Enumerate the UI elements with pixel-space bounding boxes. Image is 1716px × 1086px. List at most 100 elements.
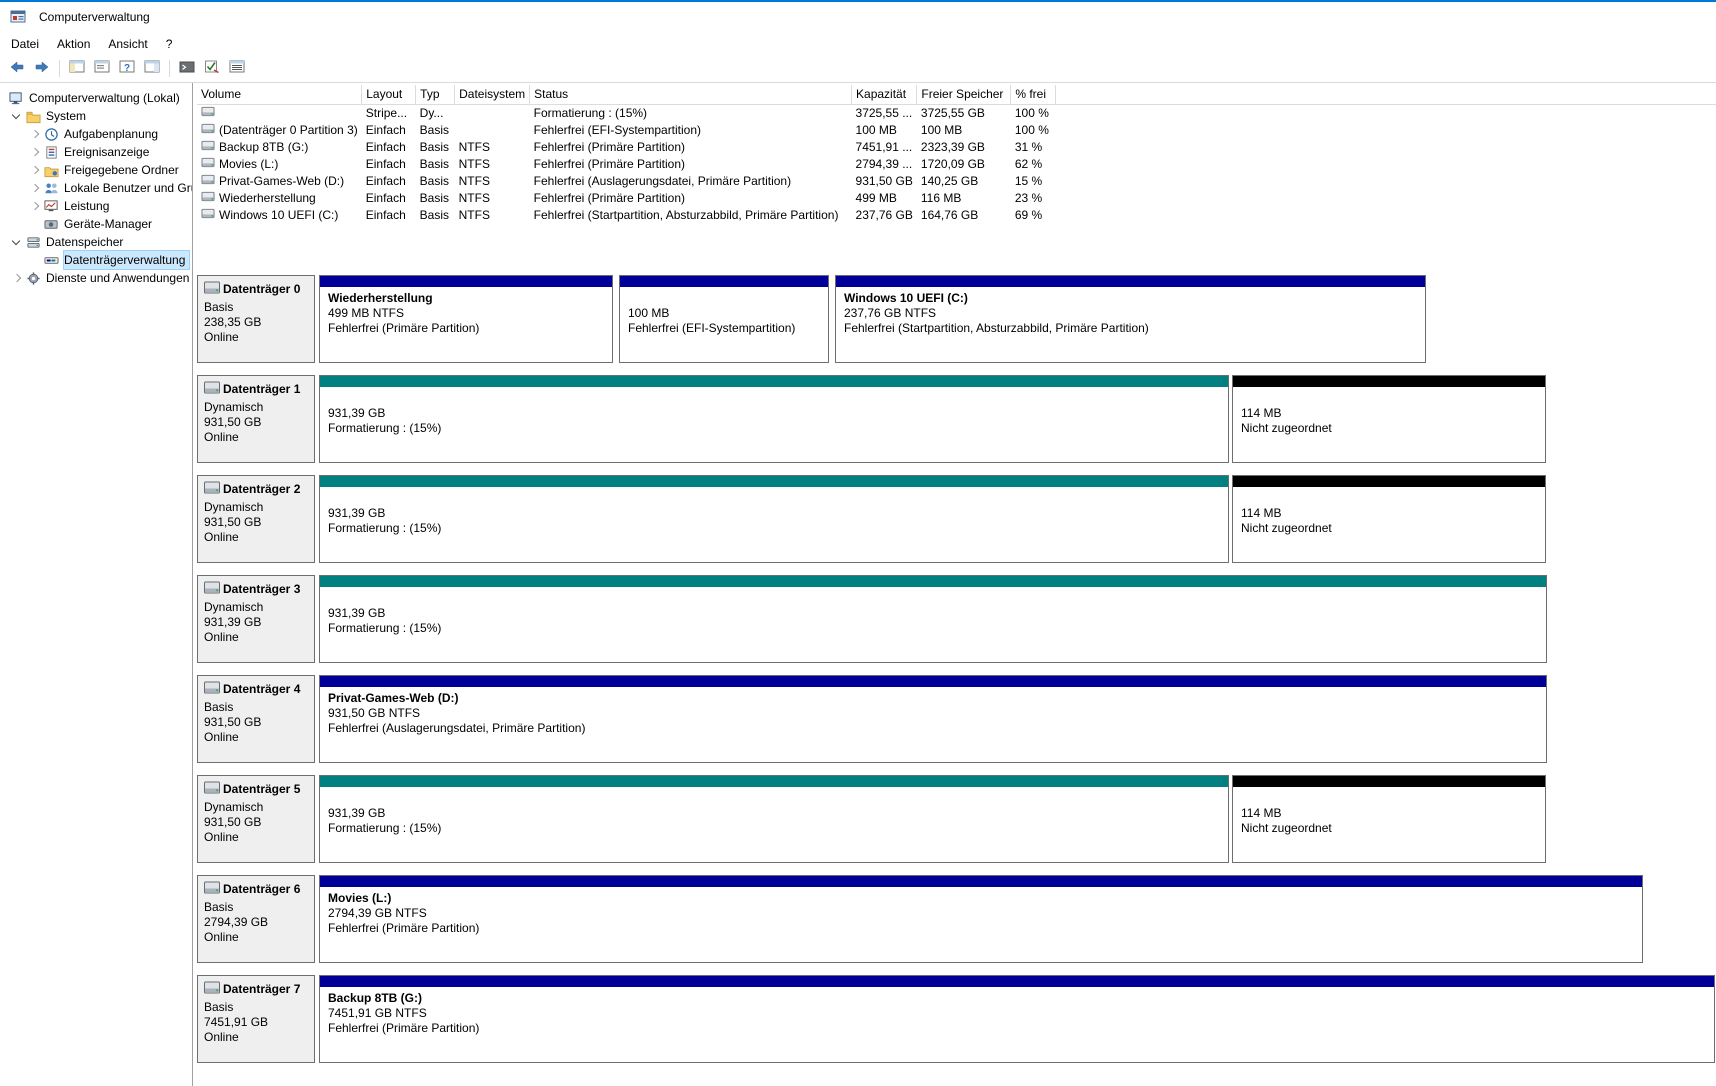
disk-row-0: Datenträger 0 Basis 238,35 GB Online Wie…: [197, 275, 1716, 363]
menu-ansicht[interactable]: Ansicht: [99, 34, 156, 54]
up-level-button[interactable]: [175, 57, 199, 81]
check-disk-button[interactable]: [200, 57, 224, 81]
volume-list: Volume Layout Typ Dateisystem Status Kap…: [197, 85, 1716, 223]
column-header-freier-speicher[interactable]: Freier Speicher: [916, 85, 1012, 105]
column-header-prozent-frei[interactable]: % frei: [1010, 85, 1057, 105]
volume-typ: Basis: [419, 122, 449, 137]
menu-aktion[interactable]: Aktion: [48, 34, 99, 54]
disk-type: Basis: [204, 1000, 234, 1014]
partition[interactable]: 931,39 GB Formatierung : (15%): [319, 375, 1229, 463]
toolbar: ?: [0, 55, 1716, 83]
disk-label[interactable]: Datenträger 0 Basis 238,35 GB Online: [197, 275, 315, 363]
partition-color-band: [320, 676, 1546, 687]
main-area: Computerverwaltung (Lokal) System Aufgab…: [0, 83, 1716, 1086]
properties-button[interactable]: [90, 57, 114, 81]
console-tree-icon: [68, 58, 86, 79]
partition-name: [1241, 791, 1537, 806]
sidebar-item-label: Computerverwaltung (Lokal): [29, 91, 180, 105]
chevron-right-icon[interactable]: [26, 198, 43, 214]
column-header-status[interactable]: Status: [529, 85, 853, 105]
volume-kapazitaet: 2794,39 ...: [855, 156, 913, 171]
disk-label[interactable]: Datenträger 5 Dynamisch 931,50 GB Online: [197, 775, 315, 863]
sidebar-item-dienste-und-anwendungen[interactable]: Dienste und Anwendungen: [0, 269, 192, 287]
volume-row[interactable]: Privat-Games-Web (D:) Einfach Basis NTFS…: [197, 172, 1716, 189]
sidebar-item-label: System: [46, 109, 87, 123]
chevron-down-icon[interactable]: [8, 234, 25, 250]
partition[interactable]: Privat-Games-Web (D:) 931,50 GB NTFS Fehle…: [319, 675, 1547, 763]
partition-size: 499 MB NTFS: [328, 306, 405, 320]
partition-size: 114 MB: [1241, 406, 1282, 420]
partition-unallocated[interactable]: 114 MB Nicht zugeordnet: [1232, 375, 1546, 463]
chevron-right-icon[interactable]: [26, 126, 43, 142]
disk-size: 7451,91 GB: [204, 1015, 269, 1029]
volume-row[interactable]: (Datenträger 0 Partition 3) Einfach Basi…: [197, 121, 1716, 138]
volume-freier-speicher: 2323,39 GB: [920, 139, 985, 154]
disk-type: Basis: [204, 900, 234, 914]
column-header-kapazitaet[interactable]: Kapazität: [851, 85, 918, 105]
disk-status: Online: [204, 530, 239, 544]
partition[interactable]: 931,39 GB Formatierung : (15%): [319, 475, 1229, 563]
volume-row[interactable]: Movies (L:) Einfach Basis NTFS Fehlerfre…: [197, 155, 1716, 172]
partition[interactable]: Windows 10 UEFI (C:) 237,76 GB NTFS Fehler…: [835, 275, 1426, 363]
chevron-right-icon[interactable]: [8, 270, 25, 286]
sidebar-item-freigegebene-ordner[interactable]: Freigegebene Ordner: [0, 161, 192, 179]
sidebar-item-aufgabenplanung[interactable]: Aufgabenplanung: [0, 125, 192, 143]
partition-unallocated[interactable]: 114 MB Nicht zugeordnet: [1232, 775, 1546, 863]
partition[interactable]: Backup 8TB (G:) 7451,91 GB NTFS Fehlerfrei…: [319, 975, 1715, 1063]
sidebar-item-system[interactable]: System: [0, 107, 192, 125]
partition[interactable]: Movies (L:) 2794,39 GB NTFS Fehlerfrei (Pr…: [319, 875, 1643, 963]
sidebar-item-computerverwaltung-root[interactable]: Computerverwaltung (Lokal): [0, 89, 192, 107]
menu-datei[interactable]: Datei: [2, 34, 48, 54]
window-title: Computerverwaltung: [39, 10, 150, 24]
partition[interactable]: Wiederherstellung 499 MB NTFS Fehlerfrei (…: [319, 275, 613, 363]
sidebar-item-datentraegerverwaltung[interactable]: Datenträgerverwaltung: [0, 250, 192, 270]
chevron-right-icon[interactable]: [26, 180, 43, 196]
forward-button[interactable]: [30, 57, 54, 81]
column-header-dateisystem[interactable]: Dateisystem: [454, 85, 531, 105]
disk-label[interactable]: Datenträger 4 Basis 931,50 GB Online: [197, 675, 315, 763]
volume-row[interactable]: Windows 10 UEFI (C:) Einfach Basis NTFS …: [197, 206, 1716, 223]
partition-status: Nicht zugeordnet: [1241, 421, 1332, 435]
list-view-button[interactable]: [225, 57, 249, 81]
disk-label[interactable]: Datenträger 3 Dynamisch 931,39 GB Online: [197, 575, 315, 663]
volume-row[interactable]: Backup 8TB (G:) Einfach Basis NTFS Fehle…: [197, 138, 1716, 155]
partition[interactable]: 931,39 GB Formatierung : (15%): [319, 575, 1547, 663]
sidebar-item-datenspeicher[interactable]: Datenspeicher: [0, 233, 192, 251]
sidebar-item-geraete-manager[interactable]: Geräte-Manager: [0, 215, 192, 233]
disk-label[interactable]: Datenträger 1 Dynamisch 931,50 GB Online: [197, 375, 315, 463]
volume-row[interactable]: Wiederherstellung Einfach Basis NTFS Feh…: [197, 189, 1716, 206]
sidebar-item-leistung[interactable]: Leistung: [0, 197, 192, 215]
partition-name: [328, 791, 1220, 806]
sidebar-item-label: Aufgabenplanung: [64, 127, 159, 141]
column-header-typ[interactable]: Typ: [415, 85, 456, 105]
menu-hilfe[interactable]: ?: [157, 34, 182, 54]
console-tree-button[interactable]: [65, 57, 89, 81]
partition[interactable]: 100 MB Fehlerfrei (EFI-Systempartition): [619, 275, 829, 363]
disk-icon: [204, 781, 220, 798]
title-bar: Computerverwaltung: [0, 2, 1716, 32]
column-header-volume[interactable]: Volume: [197, 85, 363, 105]
partition-color-band: [320, 576, 1546, 587]
partition-status: Formatierung : (15%): [328, 521, 442, 535]
volume-freier-speicher: 1720,09 GB: [920, 156, 985, 171]
disk-label[interactable]: Datenträger 2 Dynamisch 931,50 GB Online: [197, 475, 315, 563]
volume-row[interactable]: Stripe... Dy... Formatierung : (15%) 372…: [197, 104, 1716, 121]
partition[interactable]: 931,39 GB Formatierung : (15%): [319, 775, 1229, 863]
action-pane-button[interactable]: [140, 57, 164, 81]
partition-status: Nicht zugeordnet: [1241, 821, 1332, 835]
chevron-down-icon[interactable]: [8, 108, 25, 124]
storage-icon: [25, 234, 41, 250]
disk-label[interactable]: Datenträger 7 Basis 7451,91 GB Online: [197, 975, 315, 1063]
partition-unallocated[interactable]: 114 MB Nicht zugeordnet: [1232, 475, 1546, 563]
column-header-layout[interactable]: Layout: [361, 85, 417, 105]
chevron-right-icon[interactable]: [26, 162, 43, 178]
sidebar-item-ereignisanzeige[interactable]: Ereignisanzeige: [0, 143, 192, 161]
back-button[interactable]: [5, 57, 29, 81]
volume-status: Fehlerfrei (EFI-Systempartition): [533, 122, 702, 137]
help-icon: ?: [118, 58, 136, 79]
graphical-disk-view: Datenträger 0 Basis 238,35 GB Online Wie…: [197, 275, 1716, 1063]
sidebar-item-lokale-benutzer[interactable]: Lokale Benutzer und Gruppen: [0, 179, 192, 197]
help-button[interactable]: ?: [115, 57, 139, 81]
chevron-right-icon[interactable]: [26, 144, 43, 160]
disk-label[interactable]: Datenträger 6 Basis 2794,39 GB Online: [197, 875, 315, 963]
